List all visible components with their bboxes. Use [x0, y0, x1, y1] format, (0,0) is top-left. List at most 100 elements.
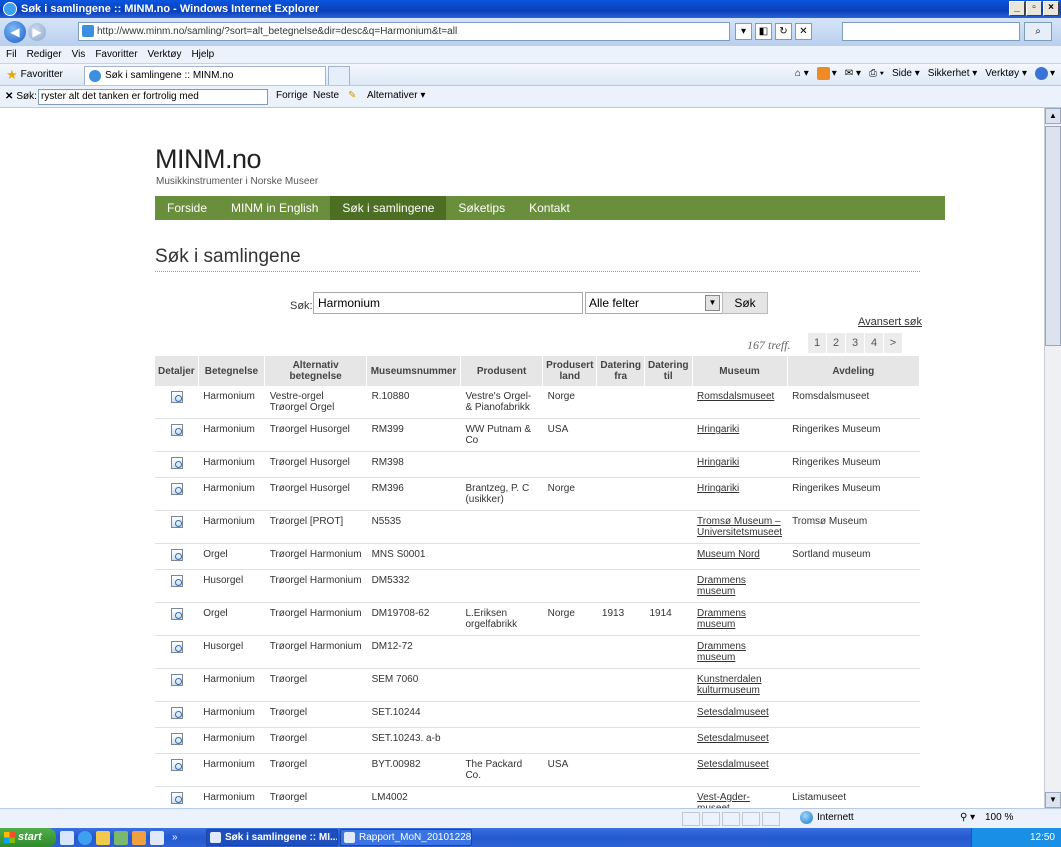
scroll-down-icon[interactable]: ▼ — [1045, 792, 1061, 808]
site-subtitle: Musikkinstrumenter i Norske Museer — [156, 176, 319, 187]
menu-tools[interactable]: Verktøy — [148, 49, 182, 60]
zoom-level[interactable]: 100 % — [985, 812, 1013, 823]
refresh-icon[interactable]: ↻ — [775, 23, 792, 40]
find-next-button[interactable]: Neste — [313, 90, 339, 101]
cell-alt-designation: Trøorgel Harmonium — [264, 543, 367, 570]
tools-menu[interactable]: Verktøy ▾ — [985, 68, 1027, 79]
nav-english[interactable]: MINM in English — [219, 196, 330, 220]
menu-edit[interactable]: Rediger — [27, 49, 62, 60]
museum-link[interactable]: Drammens museum — [697, 608, 746, 630]
details-icon[interactable] — [170, 641, 183, 653]
details-icon[interactable] — [170, 575, 183, 587]
details-icon[interactable] — [170, 457, 183, 469]
mail-app-icon[interactable] — [132, 830, 146, 845]
app-icon[interactable] — [114, 830, 128, 845]
url-input[interactable]: http://www.minm.no/samling/?sort=alt_bet… — [78, 22, 730, 41]
ie-icon[interactable] — [78, 830, 92, 845]
details-icon[interactable] — [170, 424, 183, 436]
museum-link[interactable]: Drammens museum — [697, 575, 746, 597]
museum-link[interactable]: Setesdalmuseet — [697, 759, 769, 770]
details-icon[interactable] — [170, 391, 183, 403]
chevron-right-icon[interactable]: » — [172, 832, 178, 843]
nav-forside[interactable]: Forside — [155, 196, 219, 220]
taskbar-item-browser[interactable]: Søk i samlingene :: MI... — [206, 829, 338, 846]
protected-mode-icon[interactable]: ⚲ ▾ — [960, 812, 975, 823]
page-3[interactable]: 3 — [846, 333, 864, 353]
minimize-button[interactable]: _ — [1009, 1, 1025, 16]
details-icon[interactable] — [170, 608, 183, 620]
feeds-icon[interactable]: ▾ — [816, 67, 837, 80]
details-icon[interactable] — [170, 674, 183, 686]
compatibility-icon[interactable]: ◧ — [755, 23, 772, 40]
museum-link[interactable]: Romsdalsmuseet — [697, 391, 774, 402]
page-1[interactable]: 1 — [808, 333, 826, 353]
museum-link[interactable]: Hringariki — [697, 424, 739, 435]
museum-link[interactable]: Tromsø Museum – Universitetsmuseet — [697, 516, 782, 538]
close-button[interactable]: × — [1043, 1, 1059, 16]
menu-favorites[interactable]: Favoritter — [95, 49, 137, 60]
menu-file[interactable]: Fil — [6, 49, 17, 60]
word-icon[interactable] — [150, 830, 164, 845]
nav-search-collections[interactable]: Søk i samlingene — [330, 196, 447, 220]
forward-button[interactable]: ▶ — [28, 23, 46, 41]
field-select[interactable]: Alle felter ▼ — [585, 292, 723, 314]
favorites-button[interactable]: Favoritter — [21, 69, 63, 80]
details-icon[interactable] — [170, 516, 183, 528]
page-4[interactable]: 4 — [865, 333, 883, 353]
browser-tab[interactable]: Søk i samlingene :: MINM.no — [84, 66, 326, 85]
scroll-thumb[interactable] — [1045, 126, 1061, 346]
details-icon[interactable] — [170, 792, 183, 804]
highlight-icon[interactable]: ✎ — [348, 90, 356, 101]
mail-icon[interactable]: ✉ ▾ — [845, 68, 861, 79]
page-menu[interactable]: Side ▾ — [892, 68, 920, 79]
museum-link[interactable]: Drammens museum — [697, 641, 746, 663]
explorer-icon[interactable] — [96, 830, 110, 845]
security-zone[interactable]: Internett — [800, 811, 854, 824]
find-input[interactable]: ryster alt det tanken er fortrolig med — [38, 89, 268, 105]
advanced-search-link[interactable]: Avansert søk — [858, 316, 922, 328]
help-icon[interactable]: ▾ — [1034, 67, 1055, 80]
web-search-input[interactable] — [842, 22, 1020, 41]
search-button[interactable]: Søk — [722, 292, 768, 314]
page-2[interactable]: 2 — [827, 333, 845, 353]
nav-search-tips[interactable]: Søketips — [446, 196, 517, 220]
details-icon[interactable] — [170, 549, 183, 561]
new-tab-button[interactable] — [328, 66, 350, 85]
site-logo[interactable]: MINM.no — [155, 144, 262, 175]
find-options-button[interactable]: Alternativer ▾ — [367, 90, 425, 101]
taskbar-item-document[interactable]: Rapport_MoN_20101228... — [340, 829, 472, 846]
web-search-button[interactable]: ⌕ — [1024, 22, 1052, 41]
scroll-up-icon[interactable]: ▲ — [1045, 108, 1061, 124]
home-icon[interactable]: ⌂ ▾ — [795, 68, 809, 79]
museum-link[interactable]: Hringariki — [697, 483, 739, 494]
details-icon[interactable] — [170, 733, 183, 745]
page-next[interactable]: > — [884, 333, 902, 353]
safety-menu[interactable]: Sikkerhet ▾ — [928, 68, 977, 79]
find-close-button[interactable]: ✕ — [5, 91, 13, 102]
print-icon[interactable]: ⎙ ▾ — [869, 68, 884, 79]
dropdown-arrow-icon[interactable]: ▾ — [735, 23, 752, 40]
back-button[interactable]: ◀ — [4, 21, 26, 43]
vertical-scrollbar[interactable]: ▲ ▼ — [1044, 108, 1061, 808]
search-input[interactable]: Harmonium — [313, 292, 583, 314]
search-label: Søk: — [290, 300, 313, 312]
museum-link[interactable]: Museum Nord — [697, 549, 760, 560]
menu-view[interactable]: Vis — [72, 49, 86, 60]
details-icon[interactable] — [170, 759, 183, 771]
museum-link[interactable]: Setesdalmuseet — [697, 707, 769, 718]
favorites-star-icon[interactable]: ★ — [6, 67, 18, 83]
address-actions: ▾ ◧ ↻ ✕ — [735, 23, 812, 40]
nav-contact[interactable]: Kontakt — [517, 196, 582, 220]
museum-link[interactable]: Hringariki — [697, 457, 739, 468]
museum-link[interactable]: Setesdalmuseet — [697, 733, 769, 744]
menu-help[interactable]: Hjelp — [191, 49, 214, 60]
start-button[interactable]: start — [0, 828, 56, 847]
desktop-icon[interactable] — [60, 830, 74, 845]
museum-link[interactable]: Kunstnerdalen kulturmuseum — [697, 674, 762, 696]
details-icon[interactable] — [170, 707, 183, 719]
find-previous-button[interactable]: Forrige — [276, 90, 308, 101]
maximize-button[interactable]: ▫ — [1026, 1, 1042, 16]
museum-link[interactable]: Vest-Agder-museet — [697, 792, 750, 808]
stop-icon[interactable]: ✕ — [795, 23, 812, 40]
details-icon[interactable] — [170, 483, 183, 495]
